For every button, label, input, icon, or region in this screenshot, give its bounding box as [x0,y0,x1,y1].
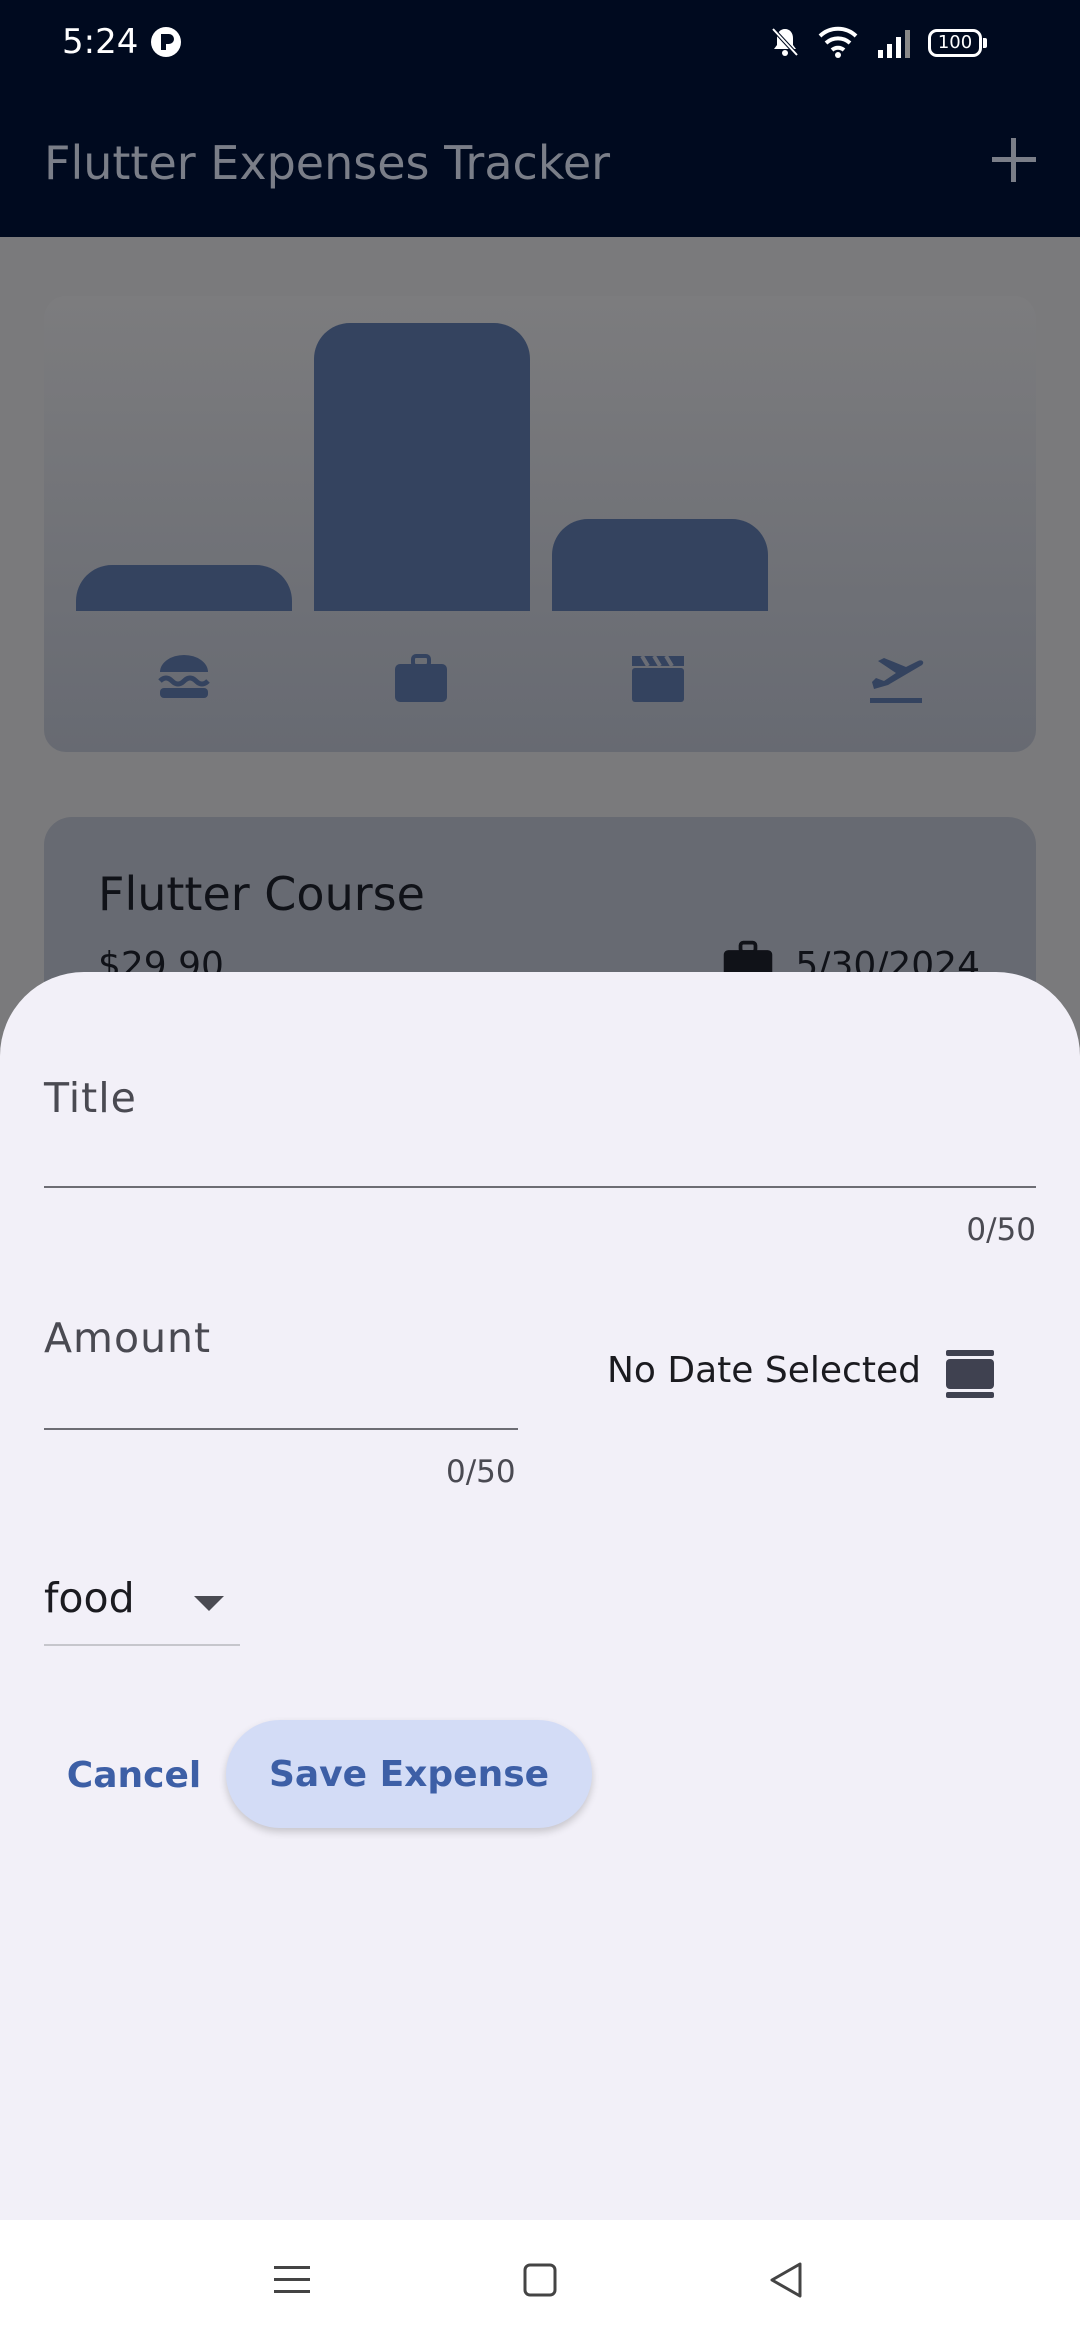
battery-level: 100 [937,32,973,53]
app-title: Flutter Expenses Tracker [44,136,611,190]
status-icons: 100 [770,22,1080,66]
status-bar: 5:24 100 [0,0,1080,86]
briefcase-icon [395,654,447,702]
selected-date-text: No Date Selected [607,1350,921,1391]
back-icon[interactable] [760,2254,812,2306]
app-bar: Flutter Expenses Tracker [0,86,1080,237]
cancel-button[interactable]: Cancel [52,1720,216,1830]
airplane-takeoff-icon [870,658,924,703]
title-counter: 0/50 [966,1212,1036,1248]
expense-title: Flutter Course [98,867,425,921]
burger-icon [158,655,210,698]
title-field[interactable] [44,1186,1036,1188]
category-dropdown[interactable]: food [44,1566,240,1646]
add-expense-button[interactable] [984,130,1044,190]
plus-icon [992,138,1036,182]
signal-icon [878,30,910,58]
save-expense-button[interactable]: Save Expense [226,1720,592,1828]
dropdown-arrow-icon [194,1596,224,1611]
battery-icon: 100 [928,29,982,57]
bell-off-icon [771,27,799,57]
amount-field[interactable] [44,1428,518,1430]
amount-counter: 0/50 [446,1454,516,1490]
chart-bar-work [314,323,530,611]
chart-bar-food [76,565,292,611]
title-field-label[interactable]: Title [44,1074,137,1122]
status-time: 5:24 [62,22,139,62]
home-icon[interactable] [514,2254,566,2306]
wifi-icon [818,26,858,58]
chart-bar-leisure [552,519,768,611]
clapperboard-icon [632,654,684,702]
battery-tip [983,38,987,48]
pick-date-button[interactable] [940,1344,1000,1404]
category-dropdown-value: food [44,1574,135,1622]
system-navigation-bar [0,2220,1080,2340]
calendar-icon [946,1350,994,1398]
menu-icon[interactable] [266,2254,318,2306]
app-notification-icon [151,27,181,57]
amount-field-label[interactable]: Amount [44,1314,211,1362]
